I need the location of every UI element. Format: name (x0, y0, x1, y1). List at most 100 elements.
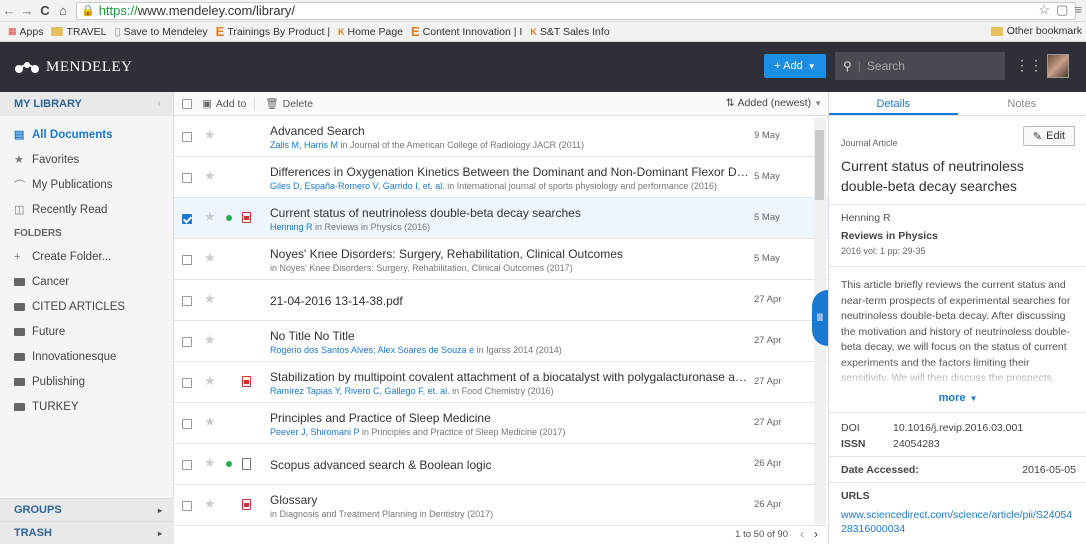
groups-header[interactable]: GROUPS ▸ (0, 498, 174, 521)
bookmark-sales-info[interactable]: K S&T Sales Info (530, 26, 609, 38)
menu-icon[interactable]: ≡ (1074, 2, 1082, 18)
trash-icon: 🗑 (265, 98, 279, 110)
delete-button[interactable]: 🗑 Delete (265, 97, 313, 111)
table-row[interactable]: ★ 21-04-2016 13-14-38.pdf 27 Apr (174, 280, 828, 321)
row-checkbox[interactable] (182, 460, 192, 470)
tab-notes[interactable]: Notes (958, 92, 1086, 115)
my-library-header[interactable]: MY LIBRARY ‹ (0, 92, 173, 116)
folders-label: FOLDERS (14, 227, 62, 239)
sidebar-folder-publishing[interactable]: Publishing (0, 369, 173, 394)
url-scheme: https:// (98, 3, 138, 18)
document-type: Journal Article (841, 138, 898, 148)
search-input[interactable]: ⚲ | Search (835, 52, 1005, 80)
plus-icon: + (14, 250, 21, 263)
sidebar-folder-cancer[interactable]: Cancer (0, 269, 173, 294)
sidebar-item-all-documents[interactable]: ▤ All Documents (0, 122, 173, 147)
document-authors: Giles D, España-Romero V, Garrido I, et.… (270, 181, 445, 191)
sidebar-folder-innovationesque[interactable]: Innovationesque (0, 344, 173, 369)
sidebar-folder-future[interactable]: Future (0, 319, 173, 344)
bookmark-content-innovation[interactable]: E Content Innovation | I (411, 24, 522, 39)
bookmark-trainings[interactable]: E Trainings By Product | (216, 24, 330, 39)
home-icon[interactable]: ⌂ (54, 0, 72, 22)
document-journal: Reviews in Physics (841, 230, 938, 242)
sidebar-folder-turkey[interactable]: TURKEY (0, 394, 173, 419)
row-checkbox[interactable] (182, 419, 192, 429)
table-row[interactable]: ★ Stabilization by multipoint covalent at… (174, 362, 828, 403)
avatar[interactable] (1047, 54, 1069, 78)
sidebar-item-favorites[interactable]: ★ Favorites (0, 147, 173, 172)
table-row[interactable]: ★ Principles and Practice of Sleep Medici… (174, 403, 828, 444)
row-checkbox[interactable] (182, 214, 192, 224)
star-icon[interactable]: ★ (204, 127, 216, 143)
tab-details[interactable]: Details (829, 92, 958, 115)
star-icon[interactable]: ★ (204, 455, 216, 471)
bookmark-travel[interactable]: TRAVEL (51, 26, 107, 38)
row-checkbox[interactable] (182, 255, 192, 265)
create-folder-button[interactable]: + Create Folder... (0, 244, 173, 269)
pdf-icon[interactable] (242, 376, 251, 387)
back-arrow-icon[interactable]: ← (0, 0, 18, 22)
bookmark-apps[interactable]: ▦ Apps (8, 26, 43, 38)
sidebar: MY LIBRARY ‹ ▤ All Documents ★ Favorites ⌒ M… (0, 92, 174, 544)
add-to-button[interactable]: ▣ Add to (202, 98, 246, 110)
document-url-link[interactable]: www.sciencedirect.com/science/article/pi… (841, 508, 1077, 536)
scrollbar-thumb[interactable] (815, 130, 824, 200)
bookmarks-bar: ▦ Apps TRAVEL ▯ Save to Mendeley E Training… (0, 22, 1086, 42)
forward-arrow-icon[interactable]: → (18, 0, 36, 22)
mendeley-logo[interactable]: MENDELEY (14, 59, 133, 76)
details-panel-toggle[interactable]: Ⅲ (812, 290, 828, 346)
document-date: 5 May (754, 212, 780, 223)
bookmark-home-page[interactable]: K Home Page (338, 26, 403, 38)
table-row[interactable]: ★ Advanced Search Zalis M, Harris M in Jou… (174, 116, 828, 157)
star-icon[interactable]: ★ (204, 332, 216, 348)
star-icon[interactable]: ★ (204, 496, 216, 512)
document-authors: Peever J, Shiromani P (270, 427, 360, 437)
table-row[interactable]: ★ Current status of neutrinoless double-b… (174, 198, 828, 239)
row-checkbox[interactable] (182, 173, 192, 183)
edit-button[interactable]: ✎ Edit (1023, 126, 1075, 146)
table-row[interactable]: ★ No Title No Title Rogério dos Santos Alv… (174, 321, 828, 362)
row-checkbox[interactable] (182, 378, 192, 388)
star-icon[interactable]: ★ (204, 291, 216, 307)
next-page-icon[interactable]: › (814, 527, 818, 541)
reload-icon[interactable]: C (36, 0, 54, 22)
row-checkbox[interactable] (182, 296, 192, 306)
row-checkbox[interactable] (182, 132, 192, 142)
sidebar-item-my-publications[interactable]: ⌒ My Publications (0, 172, 173, 197)
file-icon[interactable] (242, 458, 251, 470)
bookmark-star-icon[interactable]: ☆ (1038, 2, 1050, 18)
sidebar-folder-cited-articles[interactable]: CITED ARTICLES (0, 294, 173, 319)
pdf-icon[interactable] (242, 212, 251, 223)
table-row[interactable]: ★ Differences in Oxygenation Kinetics Bet… (174, 157, 828, 198)
trash-header[interactable]: TRASH ▸ (0, 521, 174, 544)
document-citation: in Diagnosis and Treatment Planning in D… (270, 509, 750, 519)
address-bar[interactable]: 🔒 https:// www.mendeley.com/library/ (76, 1, 1076, 20)
star-icon[interactable]: ★ (204, 414, 216, 430)
prev-page-icon[interactable]: ‹ (800, 527, 804, 541)
star-icon[interactable]: ★ (204, 373, 216, 389)
star-icon[interactable]: ★ (204, 250, 216, 266)
more-link[interactable]: more ▼ (829, 392, 1086, 404)
add-button[interactable]: + Add ▼ (764, 54, 826, 78)
table-row[interactable]: ★ Glossary in Diagnosis and Treatment Plan… (174, 485, 828, 526)
document-author[interactable]: Henning R (841, 212, 891, 224)
row-checkbox[interactable] (182, 501, 192, 511)
extension-icon[interactable]: ▢ (1056, 2, 1068, 18)
mendeley-logo-icon (15, 62, 39, 73)
chevron-down-icon: ▼ (807, 61, 816, 71)
browser-toolbar: ← → C ⌂ 🔒 https:// www.mendeley.com/libr… (0, 0, 1086, 22)
bookmark-save-to-mendeley[interactable]: ▯ Save to Mendeley (115, 25, 208, 39)
document-title: Advanced Search (270, 124, 365, 138)
select-all-checkbox[interactable] (182, 98, 192, 109)
star-icon[interactable]: ★ (204, 168, 216, 184)
pdf-icon[interactable] (242, 499, 251, 510)
sidebar-item-recently-read[interactable]: ◫ Recently Read (0, 197, 173, 222)
table-row[interactable]: ★ Noyes' Knee Disorders: Surgery, Rehabil… (174, 239, 828, 280)
chevron-right-icon: ▸ (157, 528, 162, 538)
bookmark-other[interactable]: Other bookmark (990, 25, 1082, 37)
star-icon[interactable]: ★ (204, 209, 216, 225)
table-row[interactable]: ★ Scopus advanced search & Boolean logic 2… (174, 444, 828, 485)
row-checkbox[interactable] (182, 337, 192, 347)
pencil-icon: ✎ (1032, 130, 1043, 143)
sort-dropdown[interactable]: ⇅ Added (newest) ▼ (726, 97, 822, 109)
